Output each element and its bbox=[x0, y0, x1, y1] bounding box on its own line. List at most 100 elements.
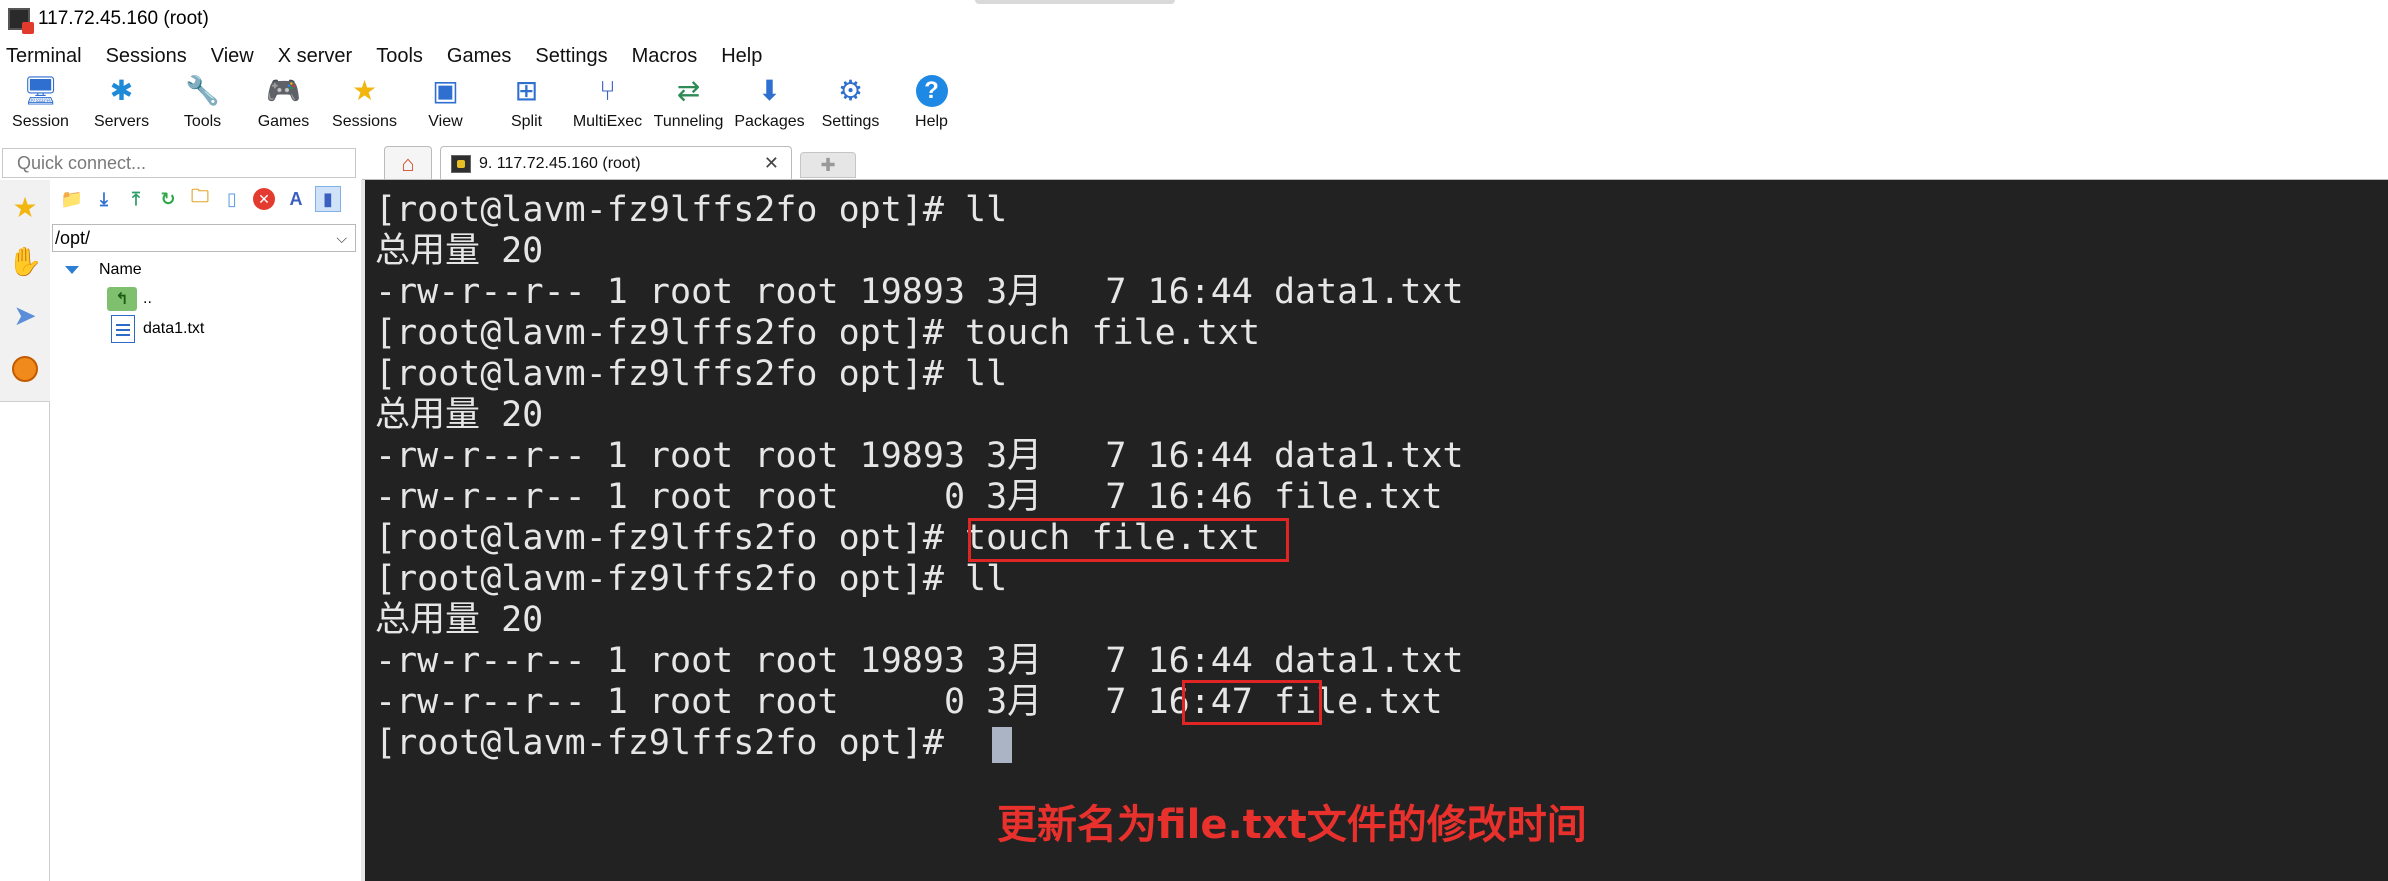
name-column-header[interactable]: Name bbox=[65, 256, 142, 284]
split-button[interactable]: ⊞ Split bbox=[486, 74, 567, 140]
home-tab[interactable]: ⌂ bbox=[384, 146, 432, 180]
games-button[interactable]: 🎮 Games bbox=[243, 74, 324, 140]
upload-icon[interactable]: ⤒ bbox=[123, 186, 149, 212]
chevron-down-icon[interactable]: ⌵ bbox=[336, 230, 347, 247]
home-icon: ⌂ bbox=[401, 150, 415, 176]
star-icon: ★ bbox=[351, 75, 378, 106]
download-icon[interactable]: ⤓ bbox=[91, 186, 117, 212]
help-button[interactable]: ? Help bbox=[891, 74, 972, 140]
annotation-text: 更新名为file.txt文件的修改时间 bbox=[997, 802, 1587, 848]
menu-tools[interactable]: Tools bbox=[370, 45, 429, 68]
help-label: Help bbox=[915, 113, 948, 130]
view-icon: ▣ bbox=[432, 75, 459, 106]
mobaxterm-icon bbox=[8, 8, 34, 34]
highlight-touch-command bbox=[968, 518, 1289, 562]
split-icon: ⊞ bbox=[514, 75, 539, 106]
terminal-line: -rw-r--r-- 1 root root 19893 3月 7 16:44 … bbox=[375, 272, 1464, 312]
menu-macros[interactable]: Macros bbox=[626, 45, 704, 68]
main-toolbar: 🖥 Session ✱ Servers 🔧 Tools 🎮 Games ★ Se… bbox=[0, 74, 972, 140]
view-label: View bbox=[428, 113, 463, 130]
menu-x-server[interactable]: X server bbox=[272, 45, 358, 68]
new-file-icon[interactable]: ▯ bbox=[219, 186, 245, 212]
tunneling-button[interactable]: ⇄ Tunneling bbox=[648, 74, 729, 140]
menu-bar: Terminal Sessions View X server Tools Ga… bbox=[0, 40, 780, 72]
text-file-icon bbox=[111, 315, 135, 343]
session-label: Session bbox=[12, 113, 69, 130]
help-icon: ? bbox=[915, 74, 949, 108]
servers-icon: ✱ bbox=[109, 75, 134, 106]
packages-icon: ⬇ bbox=[757, 75, 782, 106]
menu-terminal[interactable]: Terminal bbox=[0, 45, 88, 68]
rename-icon[interactable]: A bbox=[283, 186, 309, 212]
menu-settings[interactable]: Settings bbox=[529, 45, 613, 68]
menu-view[interactable]: View bbox=[205, 45, 260, 68]
packages-button[interactable]: ⬇ Packages bbox=[729, 74, 810, 140]
servers-button[interactable]: ✱ Servers bbox=[81, 74, 162, 140]
terminal-line: [root@lavm-fz9lffs2fo opt]# bbox=[375, 723, 966, 763]
packages-label: Packages bbox=[734, 113, 805, 130]
parent-folder-icon: ↰ bbox=[107, 287, 137, 311]
session-icon: 🖥 bbox=[22, 75, 59, 106]
new-folder-icon[interactable]: 🗀 bbox=[187, 186, 213, 212]
path-value: /opt/ bbox=[55, 227, 91, 248]
list-item-data1[interactable]: data1.txt bbox=[107, 314, 204, 344]
path-input[interactable]: /opt/ ⌵ bbox=[52, 224, 356, 252]
session-button[interactable]: 🖥 Session bbox=[0, 74, 81, 140]
list-item-label: data1.txt bbox=[143, 320, 205, 337]
follow-terminal-icon[interactable]: ▮ bbox=[315, 186, 341, 212]
tab-session-label: 9. 117.72.45.160 (root) bbox=[479, 154, 641, 172]
tools-icon: 🔧 bbox=[185, 75, 220, 106]
multiexec-icon: ⑂ bbox=[599, 75, 616, 106]
list-item-parent[interactable]: ↰ .. bbox=[107, 284, 152, 314]
terminal-line: -rw-r--r-- 1 root root 19893 3月 7 16:44 … bbox=[375, 436, 1464, 476]
menu-sessions[interactable]: Sessions bbox=[100, 45, 193, 68]
terminal-line: [root@lavm-fz9lffs2fo opt]# ll bbox=[375, 354, 1008, 394]
tab-bar: ⌂ 9. 117.72.45.160 (root) ✕ ✚ bbox=[362, 144, 2388, 180]
refresh-icon[interactable]: ↻ bbox=[155, 186, 181, 212]
favorites-star-icon[interactable]: ★ bbox=[10, 192, 40, 223]
terminal-line: [root@lavm-fz9lffs2fo opt]# touch file.t… bbox=[375, 313, 1261, 353]
tunneling-icon: ⇄ bbox=[676, 75, 701, 106]
settings-button[interactable]: ⚙ Settings bbox=[810, 74, 891, 140]
close-icon[interactable]: ✕ bbox=[764, 153, 779, 174]
folder-up-icon[interactable]: 📁 bbox=[59, 186, 85, 212]
terminal-cursor bbox=[992, 727, 1012, 763]
settings-icon: ⚙ bbox=[837, 75, 864, 106]
menu-games[interactable]: Games bbox=[441, 45, 517, 68]
left-side-strip: ★ ✋ ➤ bbox=[0, 180, 50, 881]
tools-side-icon[interactable]: ✋ bbox=[8, 246, 43, 277]
servers-label: Servers bbox=[93, 113, 150, 130]
sessions-label: Sessions bbox=[332, 113, 397, 130]
window-title: 117.72.45.160 (root) bbox=[38, 8, 209, 29]
quick-connect-input[interactable]: Quick connect... bbox=[2, 148, 356, 178]
tools-button[interactable]: 🔧 Tools bbox=[162, 74, 243, 140]
sftp-browser: 📁 ⤓ ⤒ ↻ 🗀 ▯ ✕ A ▮ /opt/ ⌵ Name ↰ .. data… bbox=[51, 180, 361, 881]
new-tab-button[interactable]: ✚ bbox=[800, 152, 856, 178]
tools-label: Tools bbox=[183, 113, 222, 130]
games-icon: 🎮 bbox=[266, 75, 301, 106]
title-bar-decoration bbox=[975, 0, 1175, 4]
view-button[interactable]: ▣ View bbox=[405, 74, 486, 140]
terminal-line: -rw-r--r-- 1 root root 0 3月 7 16:46 file… bbox=[375, 477, 1443, 517]
split-label: Split bbox=[510, 113, 543, 130]
send-icon[interactable]: ➤ bbox=[10, 300, 40, 331]
highlight-modified-time bbox=[1182, 680, 1322, 725]
sessions-button[interactable]: ★ Sessions bbox=[324, 74, 405, 140]
delete-icon[interactable]: ✕ bbox=[251, 186, 277, 212]
tunneling-label: Tunneling bbox=[653, 113, 724, 130]
games-label: Games bbox=[257, 113, 310, 130]
terminal-pane[interactable]: [root@lavm-fz9lffs2fo opt]# ll 总用量 20 -r… bbox=[365, 180, 2388, 881]
terminal-line: [root@lavm-fz9lffs2fo opt]# ll bbox=[375, 190, 1008, 230]
terminal-line: 总用量 20 bbox=[375, 600, 544, 640]
sftp-toolbar: 📁 ⤓ ⤒ ↻ 🗀 ▯ ✕ A ▮ bbox=[51, 184, 341, 214]
list-item-label: .. bbox=[143, 290, 152, 307]
tab-session[interactable]: 9. 117.72.45.160 (root) ✕ bbox=[440, 146, 792, 180]
macro-icon[interactable] bbox=[10, 354, 40, 384]
plus-icon: ✚ bbox=[820, 154, 836, 175]
sort-triangle-icon bbox=[65, 266, 79, 274]
multiexec-label: MultiExec bbox=[572, 113, 643, 130]
terminal-line: 总用量 20 bbox=[375, 231, 544, 271]
menu-help[interactable]: Help bbox=[715, 45, 768, 68]
multiexec-button[interactable]: ⑂ MultiExec bbox=[567, 74, 648, 140]
terminal-tab-icon bbox=[451, 154, 471, 173]
